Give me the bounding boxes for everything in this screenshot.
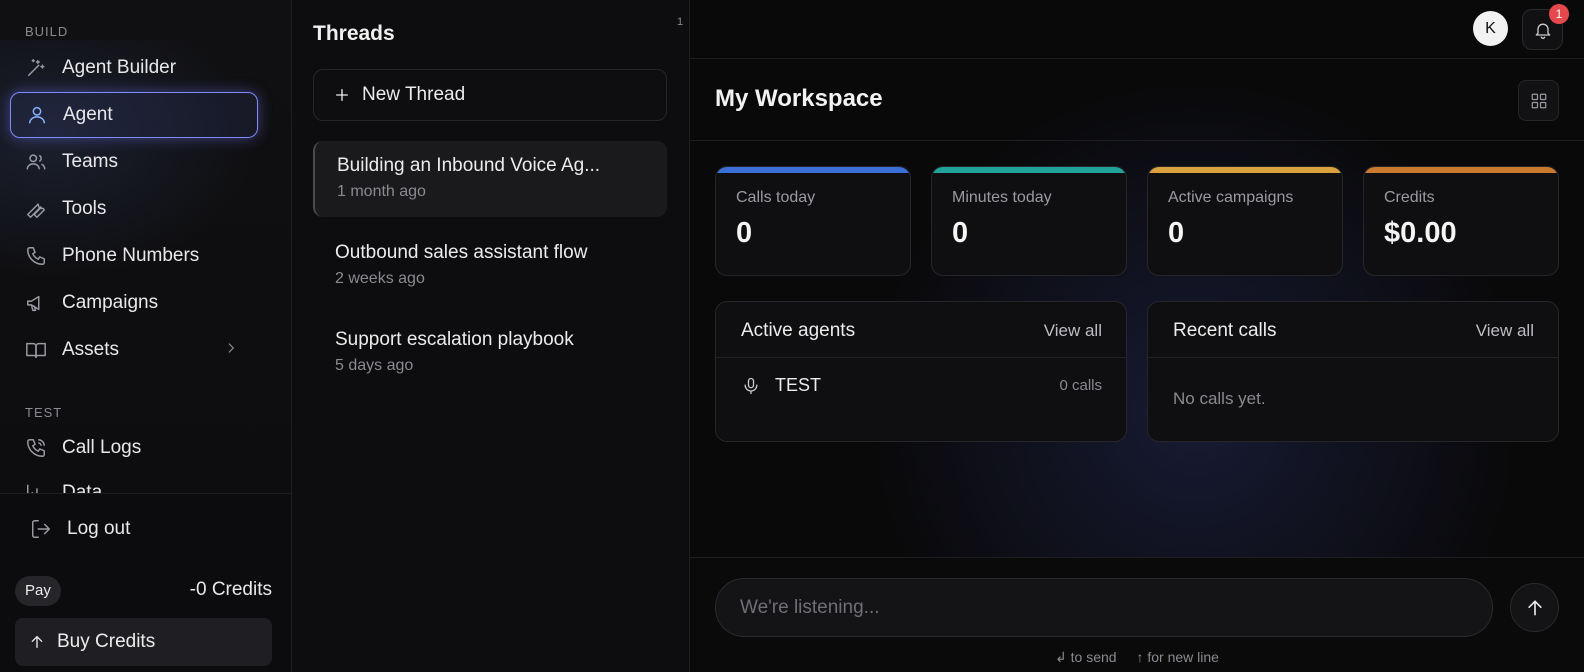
threads-panel: Threads 1 New Thread Building an Inbound… bbox=[292, 0, 690, 672]
thread-title: Support escalation playbook bbox=[335, 329, 574, 350]
main-area: K 1 My Workspace Calls today 0 Minutes t… bbox=[690, 0, 1584, 672]
sidebar-item-agent[interactable]: Agent bbox=[10, 92, 258, 138]
thread-title: Building an Inbound Voice Ag... bbox=[337, 155, 601, 176]
bell-icon bbox=[1533, 20, 1553, 40]
notification-badge: 1 bbox=[1549, 4, 1569, 24]
buy-credits-button[interactable]: Buy Credits bbox=[15, 618, 272, 666]
panel-title: Active agents bbox=[741, 320, 856, 341]
wand-icon bbox=[25, 57, 47, 79]
chevron-right-icon bbox=[224, 341, 238, 355]
stat-accent-bar bbox=[716, 167, 910, 173]
send-button[interactable] bbox=[1510, 583, 1559, 632]
thread-time: 1 month ago bbox=[337, 183, 426, 200]
stat-card-calls-today: Calls today 0 bbox=[715, 166, 911, 276]
users-icon bbox=[25, 151, 47, 173]
sidebar-footer: Log out Pay -0 Credits Buy Credits bbox=[0, 493, 291, 672]
section-label-build: BUILD bbox=[25, 24, 69, 39]
stat-label: Calls today bbox=[736, 189, 816, 206]
stat-accent-bar bbox=[1364, 167, 1558, 173]
sidebar-item-campaigns[interactable]: Campaigns bbox=[10, 280, 258, 326]
sidebar-item-phone-numbers[interactable]: Phone Numbers bbox=[10, 233, 258, 279]
page-title: My Workspace bbox=[715, 85, 883, 112]
arrow-up-icon bbox=[29, 634, 45, 650]
sidebar-item-assets[interactable]: Assets bbox=[10, 327, 258, 373]
section-label-test: TEST bbox=[25, 405, 63, 420]
stat-value: 0 bbox=[736, 217, 753, 249]
stat-card-active-campaigns: Active campaigns 0 bbox=[1147, 166, 1343, 276]
stat-card-minutes-today: Minutes today 0 bbox=[931, 166, 1127, 276]
sidebar-item-call-logs[interactable]: Call Logs bbox=[10, 425, 258, 471]
view-all-agents-link[interactable]: View all bbox=[1044, 321, 1102, 341]
sidebar-item-agent-builder[interactable]: Agent Builder bbox=[10, 45, 258, 91]
stat-accent-bar bbox=[1148, 167, 1342, 173]
agent-row[interactable]: TEST 0 calls bbox=[716, 358, 1126, 414]
panel-header: Active agents View all bbox=[716, 302, 1126, 358]
microphone-icon bbox=[741, 376, 761, 396]
stat-value: 0 bbox=[952, 217, 969, 249]
plus-icon bbox=[334, 87, 350, 103]
sidebar-item-tools[interactable]: Tools bbox=[10, 186, 258, 232]
agent-name: TEST bbox=[775, 375, 822, 395]
logout-label: Log out bbox=[67, 518, 131, 539]
workspace-header: My Workspace bbox=[690, 59, 1584, 141]
wrench-icon bbox=[25, 198, 47, 220]
stat-card-credits: Credits $0.00 bbox=[1363, 166, 1559, 276]
sidebar-item-label: Agent bbox=[63, 104, 113, 125]
sidebar-item-label: Call Logs bbox=[62, 437, 142, 458]
sidebar-item-label: Phone Numbers bbox=[62, 245, 200, 266]
thread-time: 5 days ago bbox=[335, 357, 414, 374]
stat-label: Credits bbox=[1384, 189, 1435, 206]
stat-label: Active campaigns bbox=[1168, 189, 1294, 206]
hint-send: ↲ to send bbox=[1055, 649, 1117, 665]
thread-time: 2 weeks ago bbox=[335, 270, 425, 287]
sidebar-item-label: Campaigns bbox=[62, 292, 159, 313]
megaphone-icon bbox=[25, 292, 47, 314]
view-all-calls-link[interactable]: View all bbox=[1476, 321, 1534, 341]
new-thread-label: New Thread bbox=[362, 84, 466, 105]
threads-count: 1 bbox=[677, 16, 684, 28]
layout-toggle-button[interactable] bbox=[1518, 80, 1559, 121]
sidebar-item-label: Tools bbox=[62, 198, 107, 219]
hint-newline: ↑ for new line bbox=[1136, 649, 1219, 665]
stat-value: $0.00 bbox=[1384, 217, 1457, 249]
logout-button[interactable]: Log out bbox=[30, 518, 130, 540]
avatar[interactable]: K bbox=[1473, 11, 1508, 46]
message-input[interactable] bbox=[715, 578, 1493, 637]
agent-calls: 0 calls bbox=[1059, 377, 1102, 394]
recent-calls-panel: Recent calls View all No calls yet. bbox=[1147, 301, 1559, 442]
sidebar-item-label: Teams bbox=[62, 151, 118, 172]
app-root: BUILD Agent Builder Agent Teams Tools Ph… bbox=[0, 0, 1584, 672]
threads-title: Threads bbox=[313, 22, 395, 45]
stat-value: 0 bbox=[1168, 217, 1185, 249]
thread-item[interactable]: Support escalation playbook 5 days ago bbox=[313, 315, 667, 391]
stat-accent-bar bbox=[932, 167, 1126, 173]
stat-label: Minutes today bbox=[952, 189, 1052, 206]
phone-icon bbox=[25, 245, 47, 267]
pay-button[interactable]: Pay bbox=[15, 576, 61, 606]
sidebar: BUILD Agent Builder Agent Teams Tools Ph… bbox=[0, 0, 292, 672]
panel-title: Recent calls bbox=[1173, 320, 1277, 341]
logout-icon bbox=[30, 518, 52, 540]
composer: ↲ to send ↑ for new line bbox=[690, 557, 1584, 672]
empty-state-text: No calls yet. bbox=[1173, 389, 1266, 408]
credits-balance: -0 Credits bbox=[189, 579, 272, 600]
sidebar-item-label: Assets bbox=[62, 339, 120, 360]
panel-header: Recent calls View all bbox=[1148, 302, 1558, 358]
grid-icon bbox=[1530, 92, 1548, 110]
new-thread-button[interactable]: New Thread bbox=[313, 69, 667, 121]
thread-item[interactable]: Building an Inbound Voice Ag... 1 month … bbox=[313, 141, 667, 217]
active-agents-panel: Active agents View all TEST 0 calls bbox=[715, 301, 1127, 442]
buy-credits-label: Buy Credits bbox=[57, 631, 156, 652]
phone-call-icon bbox=[25, 437, 47, 459]
book-icon bbox=[25, 339, 47, 361]
sidebar-item-teams[interactable]: Teams bbox=[10, 139, 258, 185]
arrow-up-icon bbox=[1525, 598, 1545, 618]
composer-hints: ↲ to send ↑ for new line bbox=[690, 649, 1584, 666]
thread-item[interactable]: Outbound sales assistant flow 2 weeks ag… bbox=[313, 228, 667, 304]
user-icon bbox=[26, 104, 48, 126]
sidebar-item-label: Agent Builder bbox=[62, 57, 177, 78]
thread-title: Outbound sales assistant flow bbox=[335, 242, 588, 263]
sidebar-item-data[interactable]: Data bbox=[10, 478, 258, 494]
topbar: K 1 bbox=[690, 0, 1584, 59]
